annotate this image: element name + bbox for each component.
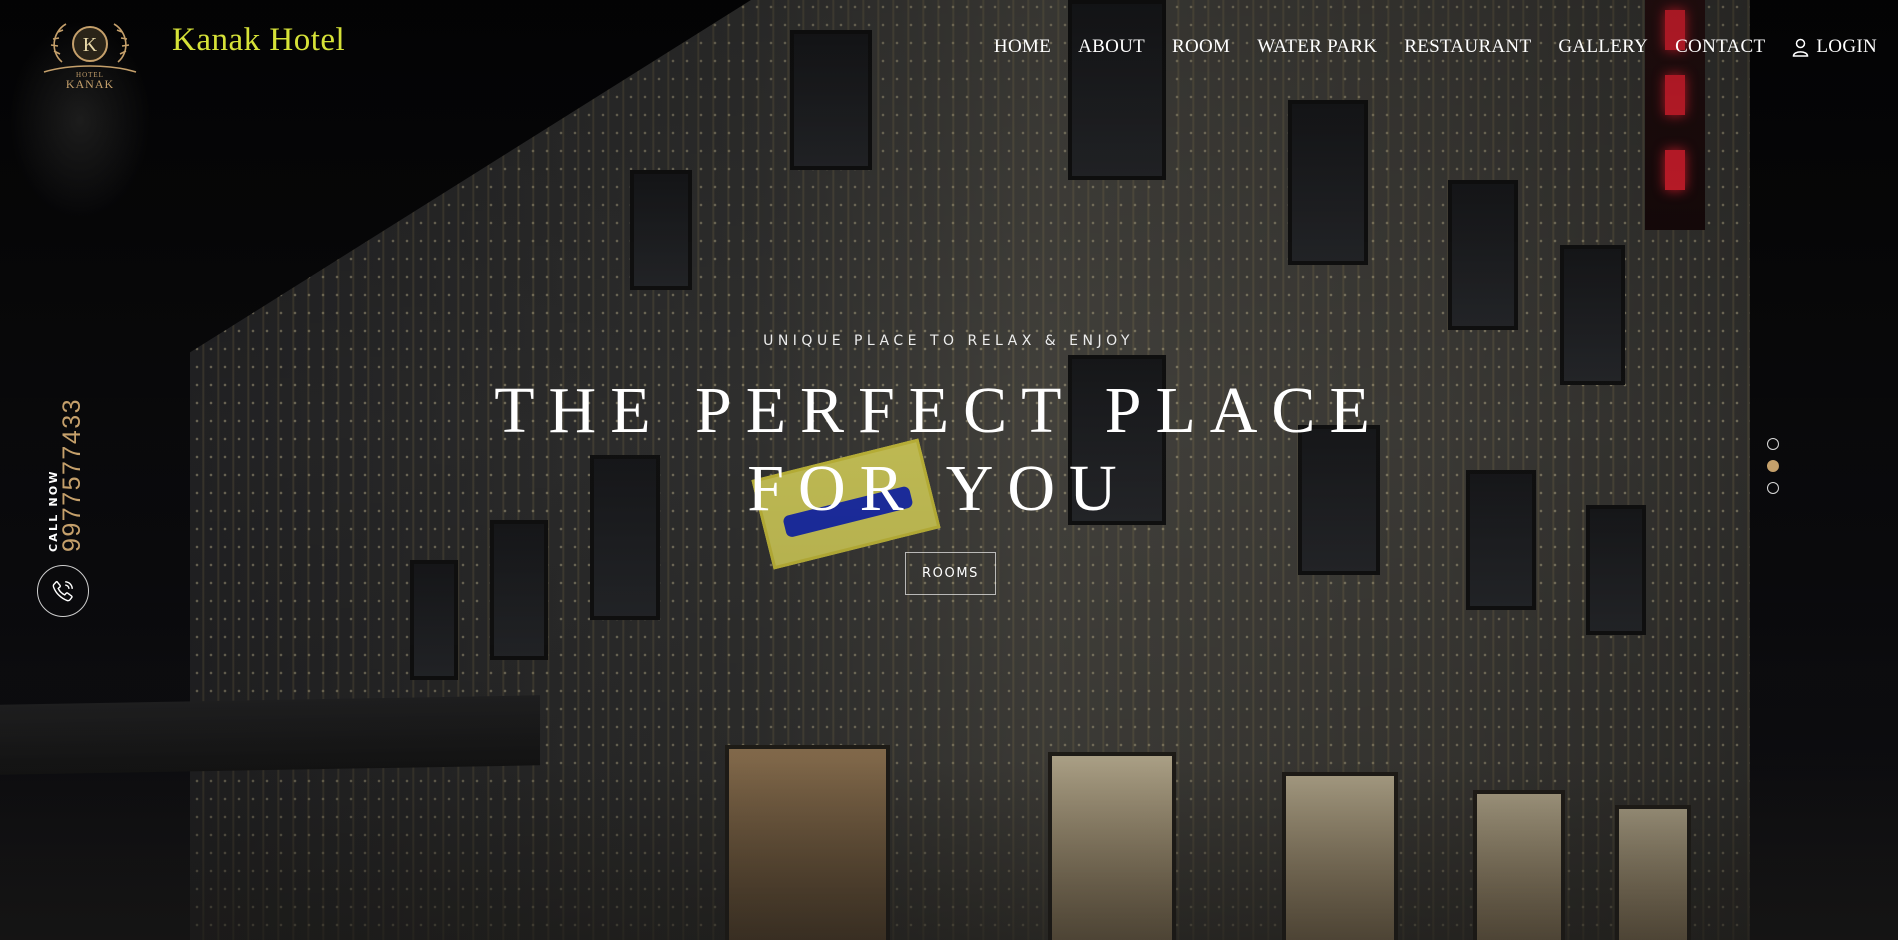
hero-eyebrow-text: UNIQUE PLACE TO RELAX & ENJOY xyxy=(763,333,1134,349)
rooms-button[interactable]: ROOMS xyxy=(905,552,996,595)
user-icon xyxy=(1793,38,1809,57)
slider-dot-2[interactable] xyxy=(1767,460,1779,472)
brand-name[interactable]: Kanak Hotel xyxy=(172,22,345,59)
logo-emblem-icon: K HOTEL KANAK xyxy=(43,23,137,91)
nav-gallery[interactable]: GALLERY xyxy=(1558,36,1648,58)
slider-dots xyxy=(1767,438,1779,494)
nav-restaurant[interactable]: RESTAURANT xyxy=(1404,36,1531,58)
nav-water-park[interactable]: WATER PARK xyxy=(1257,36,1377,58)
slider-dot-1[interactable] xyxy=(1767,438,1779,450)
slider-dot-3[interactable] xyxy=(1767,482,1779,494)
nav-login-label: LOGIN xyxy=(1816,36,1877,57)
nav-home[interactable]: HOME xyxy=(994,36,1051,58)
hero-eyebrow: UNIQUE PLACE TO RELAX & ENJOY xyxy=(0,333,1898,349)
hero-headline: THE PERFECT PLACE FOR YOU xyxy=(0,372,1888,528)
phone-icon xyxy=(52,580,73,602)
logo-letter: K xyxy=(83,34,98,56)
call-number[interactable]: 9977577433 xyxy=(58,398,87,552)
nav-login[interactable]: LOGIN xyxy=(1792,36,1877,58)
nav-contact[interactable]: CONTACT xyxy=(1675,36,1765,58)
phone-button[interactable] xyxy=(37,565,89,617)
hero-headline-line1: THE PERFECT PLACE xyxy=(494,374,1384,447)
logo-text-bottom: KANAK xyxy=(66,77,114,91)
main-nav: HOME ABOUT ROOM WATER PARK RESTAURANT GA… xyxy=(994,36,1877,58)
hero-headline-line2: FOR YOU xyxy=(747,452,1131,525)
nav-about[interactable]: ABOUT xyxy=(1078,36,1145,58)
logo[interactable]: K HOTEL KANAK xyxy=(40,14,140,94)
nav-room[interactable]: ROOM xyxy=(1172,36,1230,58)
